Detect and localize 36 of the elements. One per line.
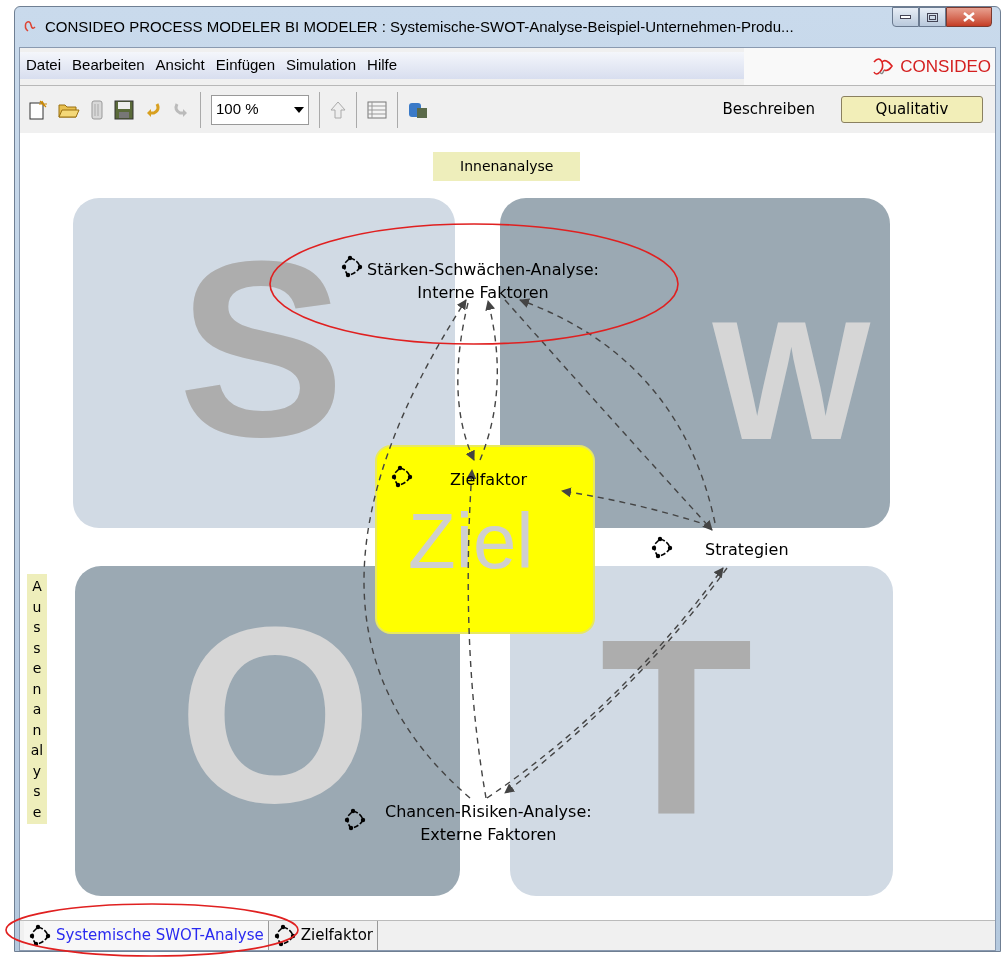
menu-item[interactable]: Hilfe (367, 54, 398, 77)
minimize-button[interactable] (892, 7, 919, 27)
cycle-icon[interactable] (390, 465, 414, 489)
database-save-icon[interactable] (408, 100, 428, 119)
cycle-icon[interactable] (650, 536, 674, 560)
mode-button[interactable]: Qualitativ (841, 96, 983, 123)
close-icon (963, 12, 975, 22)
close-button[interactable] (946, 7, 992, 27)
new-document-icon[interactable] (28, 99, 48, 120)
maximize-icon (927, 12, 938, 22)
menu-item[interactable]: Einfügen (215, 54, 275, 77)
cycle-icon[interactable] (340, 255, 364, 279)
logo-text: CONSIDEO (900, 55, 991, 78)
quadrant-letter: O (178, 626, 373, 806)
cycle-icon (28, 923, 52, 948)
menu-item[interactable]: Simulation (286, 54, 357, 77)
document-tab[interactable]: Systemische SWOT-Analyse (24, 921, 269, 950)
dropdown-caret-icon (294, 106, 304, 113)
goal-letter-text: Ziel (408, 501, 534, 581)
node-label[interactable]: Zielfaktor (450, 468, 528, 491)
cycle-icon (272, 923, 297, 948)
document-tab[interactable]: Zielfaktor (268, 921, 378, 950)
zoom-dropdown[interactable]: 100 % (211, 94, 309, 125)
analysis-label: Innenanalyse (433, 152, 581, 181)
cycle-icon[interactable] (343, 808, 367, 832)
quadrant-letter: W (712, 320, 871, 442)
window-title: CONSIDEO PROCESS MODELER BI MODELER : Systemische-SWOT-Analyse-Beispiel-Unternehmen-Produ... (45, 16, 794, 37)
minimize-icon (900, 15, 911, 19)
menu-item[interactable]: Ansicht (155, 54, 205, 77)
menu-item[interactable]: Bearbeiten (72, 54, 145, 77)
menu-item[interactable]: Datei (26, 54, 62, 77)
save-icon[interactable] (114, 99, 134, 120)
mode-button[interactable]: Beschreiben (722, 96, 815, 123)
analysis-label: Aussenanalyse (27, 574, 47, 824)
maximize-button[interactable] (919, 7, 946, 27)
node-label[interactable]: Strategien (705, 538, 789, 561)
